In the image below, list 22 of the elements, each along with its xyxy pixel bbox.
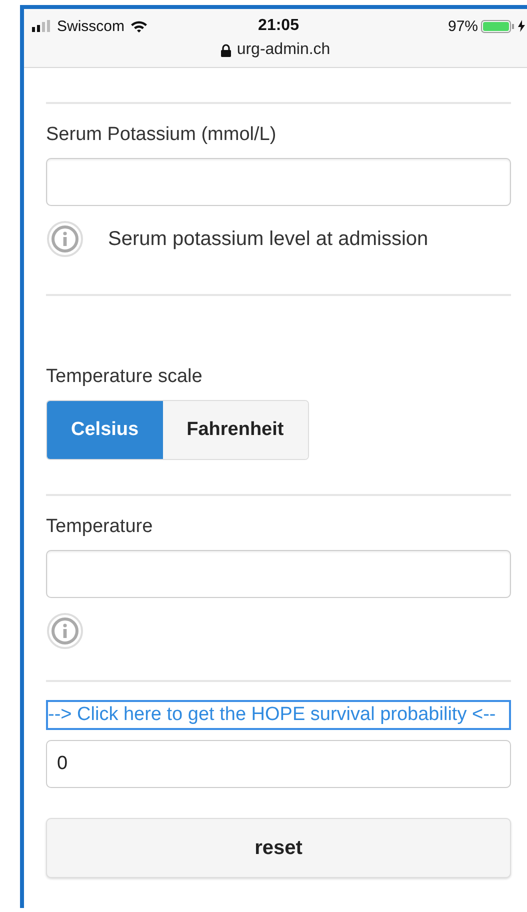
wifi-icon: [130, 20, 148, 32]
scale-option[interactable]: Fahrenheit: [162, 401, 308, 459]
signal-icon: [32, 20, 52, 32]
battery-icon: [481, 20, 516, 32]
input-field[interactable]: [46, 158, 511, 206]
result-field: 0: [46, 740, 511, 788]
scale-option[interactable]: Celsius: [47, 401, 163, 459]
battery-percent: 97%: [448, 18, 478, 34]
field-label: Temperature scale: [46, 366, 202, 388]
carrier-name: Swisscom: [57, 18, 125, 34]
field-label: Temperature: [46, 516, 153, 538]
survival-link[interactable]: --> Click here to get the HOPE survival probability <--: [46, 700, 511, 730]
lock-icon: [220, 44, 231, 56]
clock-time: 21:05: [258, 17, 299, 35]
info-icon[interactable]: [46, 612, 84, 650]
field-label: Serum Potassium (mmol/L): [46, 124, 276, 146]
help-text: Serum potassium level at admission: [108, 228, 428, 250]
charging-icon: [518, 20, 526, 32]
info-icon[interactable]: [46, 220, 84, 258]
page-url: urg-admin.ch: [236, 41, 330, 59]
reset-button[interactable]: reset: [46, 818, 511, 878]
input-field[interactable]: [46, 550, 511, 598]
